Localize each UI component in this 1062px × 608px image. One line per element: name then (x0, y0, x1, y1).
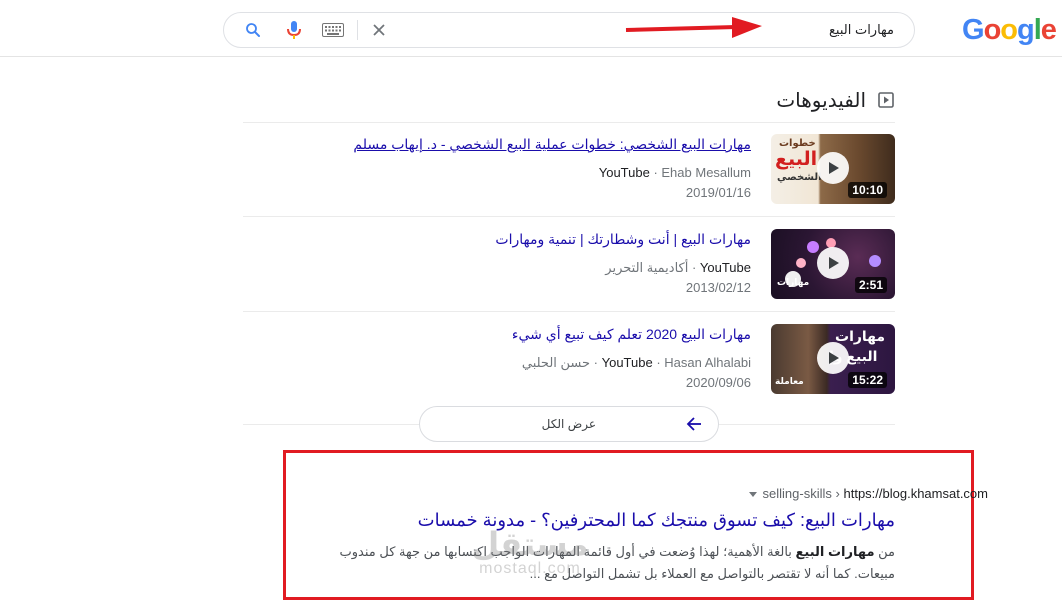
voice-search-button[interactable] (281, 17, 307, 43)
video-source: YouTube (699, 260, 751, 275)
search-box[interactable]: مهارات البيع (223, 12, 915, 48)
thumbnail-text: مهارات (835, 328, 886, 344)
play-button[interactable] (817, 152, 849, 184)
snippet-highlight: مهارات البيع (795, 544, 875, 559)
video-duration: 15:22 (848, 372, 887, 388)
video-meta: YouTube · Ehab Mesallum (598, 165, 751, 180)
snippet-text: من (878, 544, 895, 559)
result-breadcrumb: selling-skills (762, 486, 832, 501)
play-icon (829, 257, 839, 269)
video-result-item[interactable]: مهارات البيع وإ معاملة 15:22 مهارات البي… (243, 312, 895, 406)
logo-letter: e (1040, 14, 1057, 46)
search-icon (246, 23, 260, 37)
logo-letter: G (962, 14, 985, 46)
result-domain: https://blog.khamsat.com (843, 486, 988, 501)
result-snippet: من مهارات البيع بالغة الأهمية؛ لهذا وُضع… (325, 541, 895, 585)
play-button[interactable] (817, 247, 849, 279)
red-annotation-arrow-icon (625, 17, 762, 38)
video-thumbnail[interactable]: خطوات البيع الشخصي 10:10 (771, 134, 895, 204)
video-thumbnail[interactable]: مهارات البيع وإ معاملة 15:22 (771, 324, 895, 394)
video-title-link[interactable]: مهارات البيع 2020 تعلم كيف تبيع أي شيء (512, 326, 751, 343)
video-meta: YouTube · أكاديمية التحرير (605, 260, 751, 275)
videos-section-header: الفيديوهات (772, 86, 896, 114)
video-meta: YouTube · Hasan Alhalabi · حسن الحلبي (521, 355, 751, 370)
search-header: Google مهارات البيع (0, 0, 1062, 57)
video-source: YouTube (598, 165, 650, 180)
keyboard-button[interactable] (320, 17, 346, 43)
video-result-item[interactable]: خطوات البيع الشخصي 10:10 مهارات البيع ال… (243, 122, 895, 216)
videos-section-title: الفيديوهات (776, 90, 866, 112)
video-result-item[interactable]: مهارات 2:51 مهارات البيع | أنت وشطارتك |… (243, 217, 895, 311)
show-all-label: عرض الكل (541, 417, 596, 431)
show-all-button[interactable]: عرض الكل (419, 406, 719, 442)
video-thumbnail[interactable]: مهارات 2:51 (771, 229, 895, 299)
result-url[interactable]: selling-skills › https://blog.khamsat.co… (748, 486, 988, 501)
close-icon (373, 24, 385, 36)
search-button[interactable] (240, 17, 266, 43)
mic-icon (287, 21, 301, 39)
video-date: 2019/01/16 (685, 185, 751, 200)
video-date: 2020/09/06 (685, 375, 751, 390)
video-author: أكاديمية التحرير (605, 260, 689, 275)
thumbnail-text: معاملة (775, 376, 804, 386)
video-duration: 10:10 (848, 182, 887, 198)
logo-letter: o (1000, 14, 1018, 46)
video-author: Ehab Mesallum (661, 165, 751, 180)
thumbnail-text: البيع (775, 149, 818, 170)
video-date: 2013/02/12 (685, 280, 751, 295)
video-source: YouTube (601, 355, 653, 370)
clear-search-button[interactable] (366, 17, 392, 43)
search-input[interactable]: مهارات البيع (829, 22, 894, 38)
thumbnail-text: الشخصي (777, 172, 822, 183)
chevron-down-icon[interactable] (748, 492, 757, 498)
search-divider (357, 20, 358, 40)
thumbnail-text: مهارات (777, 277, 810, 287)
logo-letter: o (983, 14, 1002, 46)
result-title-link[interactable]: مهارات البيع: كيف تسوق منتجك كما المحترف… (418, 510, 895, 531)
video-title-link[interactable]: مهارات البيع الشخصي: خطوات عملية البيع ا… (353, 136, 751, 153)
google-logo[interactable]: Google (962, 14, 1057, 47)
video-play-box-icon (878, 92, 894, 108)
logo-letter: l (1033, 14, 1042, 46)
video-duration: 2:51 (854, 277, 887, 293)
arrow-left-icon (686, 417, 701, 431)
logo-letter: g (1017, 14, 1035, 46)
keyboard-icon (322, 23, 344, 37)
play-icon (829, 162, 839, 174)
play-icon (829, 352, 839, 364)
play-button[interactable] (817, 342, 849, 374)
video-title-link[interactable]: مهارات البيع | أنت وشطارتك | تنمية ومهار… (495, 231, 751, 248)
